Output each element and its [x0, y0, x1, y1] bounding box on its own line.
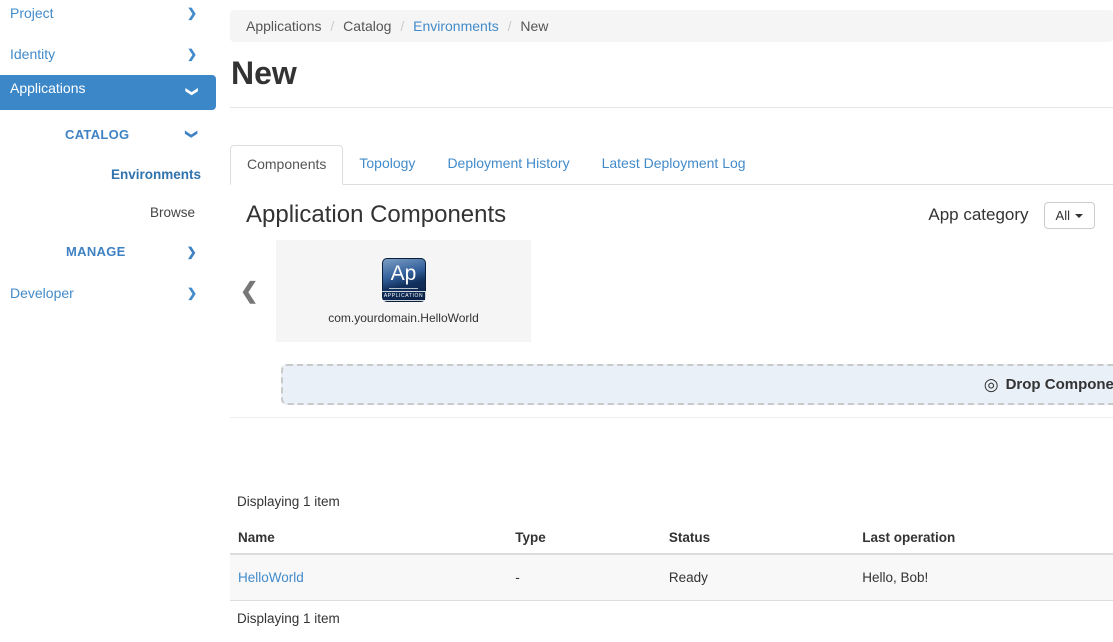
component-card[interactable]: Ap APPLICATION com.yourdomain.HelloWorld	[276, 240, 531, 342]
title-divider	[230, 107, 1113, 108]
column-header-last-operation: Last operation	[854, 522, 1113, 554]
components-section-header: Application Components App category All	[230, 201, 1113, 229]
chevron-down-icon: ❯	[185, 129, 199, 139]
sidebar-item-label: Applications	[0, 80, 86, 96]
main-content: Applications / Catalog / Environments / …	[230, 0, 1113, 642]
tab-topology[interactable]: Topology	[343, 145, 431, 185]
app-category-filter: App category All	[928, 202, 1095, 229]
chevron-right-icon: ❯	[187, 47, 197, 61]
app-category-label: App category	[928, 205, 1028, 225]
sidebar-item-applications[interactable]: Applications ❯	[0, 75, 216, 110]
sidebar-item-catalog[interactable]: CATALOG ❯	[0, 123, 216, 146]
breadcrumb-separator: /	[395, 18, 409, 34]
chevron-right-icon: ❯	[187, 245, 197, 259]
sidebar-item-label: CATALOG	[65, 127, 129, 142]
sidebar-item-label: MANAGE	[66, 244, 126, 259]
breadcrumb-item-catalog: Catalog	[343, 18, 391, 34]
chevron-down-icon: ❯	[178, 86, 205, 96]
breadcrumb-separator: /	[503, 18, 517, 34]
cell-name: HelloWorld	[230, 554, 507, 601]
components-carousel: ❮ Ap APPLICATION com.yourdomain.HelloWor…	[230, 240, 1113, 342]
section-title: Application Components	[246, 201, 506, 229]
sidebar-item-label: Identity	[10, 46, 55, 62]
sidebar-item-developer[interactable]: Developer ❯	[0, 281, 216, 305]
cell-last-operation: Hello, Bob!	[854, 554, 1113, 601]
breadcrumb-item-applications: Applications	[246, 18, 322, 34]
drop-target-icon: ◎	[984, 375, 999, 395]
column-header-name: Name	[230, 522, 507, 554]
app-category-dropdown[interactable]: All	[1044, 202, 1095, 229]
sidebar-item-label: Environments	[111, 167, 201, 182]
sidebar-item-identity[interactable]: Identity ❯	[0, 42, 216, 66]
sidebar-item-label: Project	[10, 5, 54, 21]
application-icon: Ap APPLICATION	[382, 258, 426, 302]
sidebar-item-environments[interactable]: Environments	[0, 163, 216, 186]
helloworld-link[interactable]: HelloWorld	[238, 570, 304, 585]
breadcrumb: Applications / Catalog / Environments / …	[230, 10, 1113, 42]
table-header-row: Name Type Status Last operation	[230, 522, 1113, 554]
sidebar-item-label: Browse	[150, 205, 195, 220]
drop-components-zone[interactable]: ◎ Drop Components here	[281, 364, 1113, 405]
tab-components[interactable]: Components	[230, 145, 343, 185]
table-count-bottom: Displaying 1 item	[230, 611, 1113, 626]
sidebar-item-browse[interactable]: Browse	[0, 201, 216, 224]
breadcrumb-item-new: New	[520, 18, 548, 34]
panel-divider	[230, 417, 1113, 418]
chevron-right-icon: ❯	[187, 6, 197, 20]
column-header-type: Type	[507, 522, 661, 554]
dropzone-label: Drop Components here	[1006, 376, 1113, 393]
tab-bar: Components Topology Deployment History L…	[230, 145, 1113, 185]
sidebar-item-manage[interactable]: MANAGE ❯	[0, 240, 216, 263]
breadcrumb-item-environments[interactable]: Environments	[413, 18, 499, 34]
chevron-right-icon: ❯	[187, 286, 197, 300]
tab-deployment-history[interactable]: Deployment History	[431, 145, 585, 185]
sidebar: Project ❯ Identity ❯ Applications ❯ CATA…	[0, 0, 216, 642]
page-title: New	[230, 55, 1113, 92]
cell-type: -	[507, 554, 661, 601]
components-table: Name Type Status Last operation HelloWor…	[230, 522, 1113, 601]
column-header-status: Status	[661, 522, 854, 554]
table-row: HelloWorld - Ready Hello, Bob!	[230, 554, 1113, 601]
caret-down-icon	[1075, 214, 1083, 218]
sidebar-item-label: Developer	[10, 285, 74, 301]
sidebar-item-project[interactable]: Project ❯	[0, 1, 216, 25]
tab-latest-deployment-log[interactable]: Latest Deployment Log	[586, 145, 762, 185]
breadcrumb-separator: /	[325, 18, 339, 34]
cell-status: Ready	[661, 554, 854, 601]
carousel-prev-icon[interactable]: ❮	[240, 278, 258, 304]
table-count-top: Displaying 1 item	[230, 494, 1113, 509]
component-card-label: com.yourdomain.HelloWorld	[328, 311, 479, 325]
